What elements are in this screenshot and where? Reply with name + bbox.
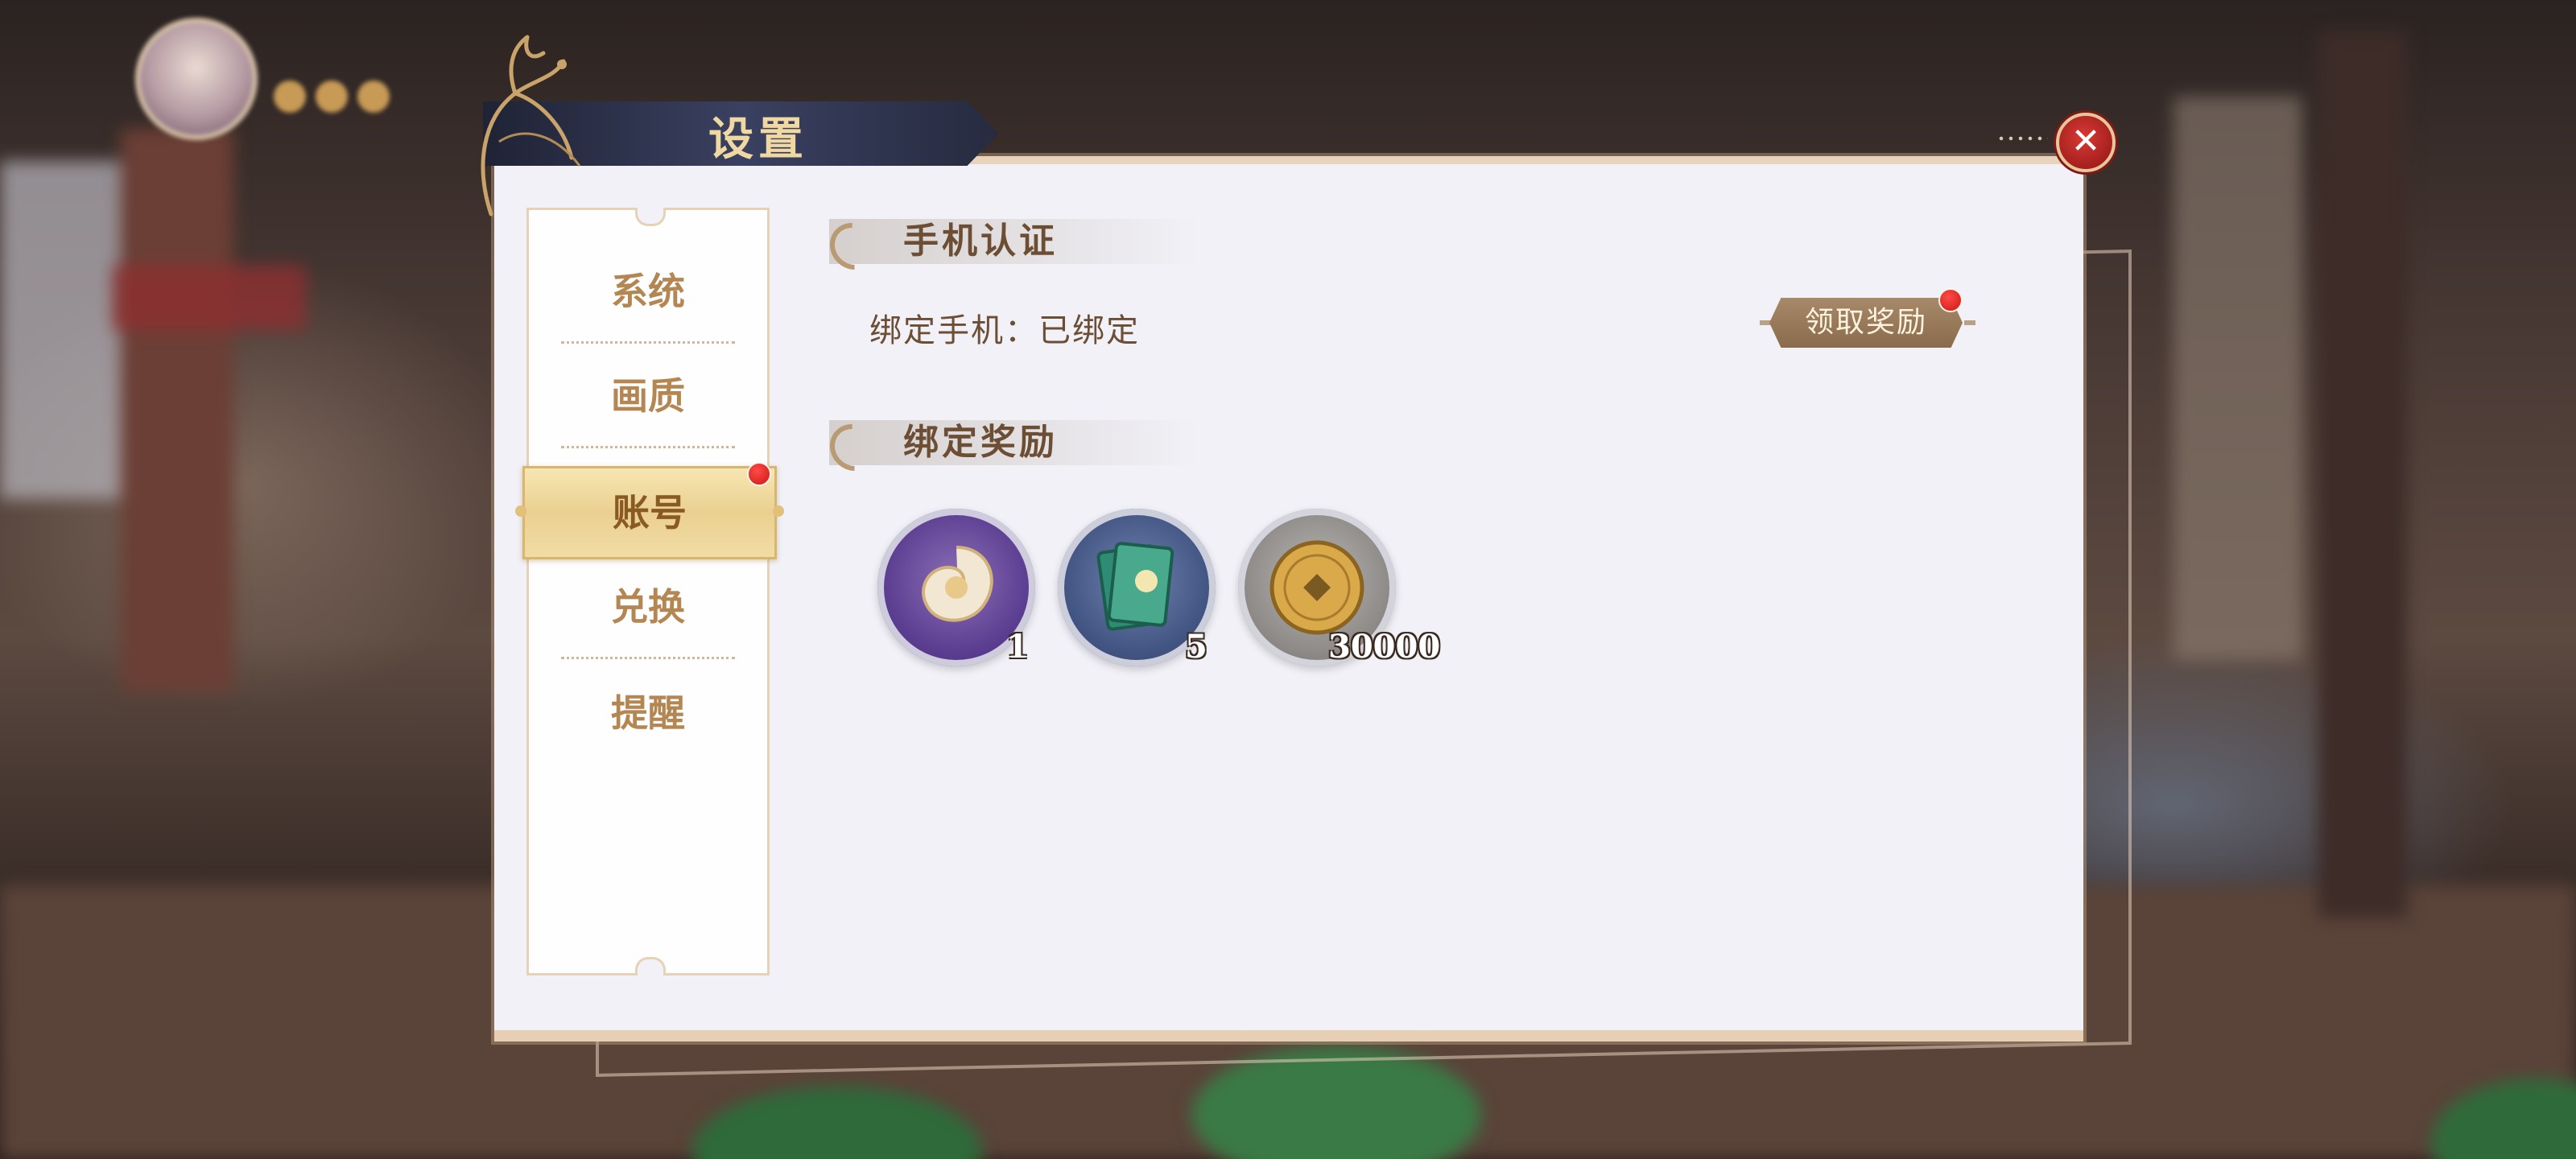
sidebar-item-reminder[interactable]: 提醒: [545, 661, 751, 765]
claim-reward-button[interactable]: 领取奖励: [1769, 298, 1963, 348]
player-avatar: [135, 18, 258, 140]
section-header-phone-auth: 手机认证: [819, 212, 1199, 280]
page-title: 设置: [708, 113, 808, 166]
close-button[interactable]: ✕: [2056, 113, 2116, 172]
sidebar-item-graphics[interactable]: 画质: [545, 344, 751, 448]
sidebar-item-label: 提醒: [611, 691, 685, 735]
notification-badge: [747, 462, 771, 486]
reward-quantity: 5: [1185, 628, 1208, 666]
notification-badge: [1938, 288, 1963, 312]
sidebar-item-label: 兑换: [611, 585, 685, 629]
sidebar-item-system[interactable]: 系统: [545, 239, 751, 344]
close-ornament: [1996, 135, 2048, 142]
section-header-bind-rewards: 绑定奖励: [819, 414, 1199, 481]
sidebar-item-label: 画质: [611, 374, 685, 418]
reward-quantity: 30000: [1328, 628, 1441, 666]
sidebar-item-label: 账号: [613, 491, 687, 534]
sidebar-item-account[interactable]: 账号: [515, 462, 784, 559]
bind-phone-status: 绑定手机：已绑定: [869, 312, 1140, 349]
sidebar-item-redeem[interactable]: 兑换: [545, 555, 751, 659]
settings-sidebar: 系统 画质 账号 兑换 提醒: [515, 208, 784, 975]
green-book-icon: [1096, 542, 1174, 631]
copper-coin-icon: [1269, 540, 1364, 635]
jade-pendant-icon: [922, 546, 993, 622]
reward-quantity: 1: [1006, 628, 1029, 666]
deer-emblem-icon: [481, 35, 581, 217]
top-status-icons: [274, 80, 402, 121]
sidebar-item-label: 系统: [611, 270, 685, 313]
close-icon: ✕: [2070, 121, 2101, 162]
